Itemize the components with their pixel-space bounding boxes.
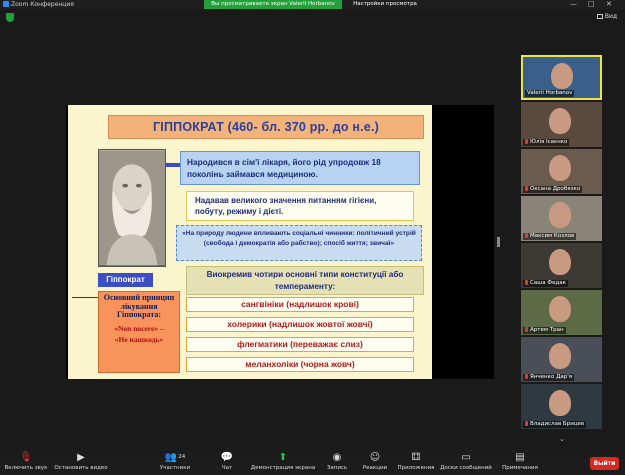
- participant-avatar: [549, 249, 571, 275]
- app-title: Zoom Конференция: [3, 0, 74, 9]
- participant-tile[interactable]: Valerii Horbanov: [521, 55, 602, 100]
- participants-icon: 👥24: [164, 452, 186, 463]
- security-shield-icon[interactable]: [6, 13, 14, 22]
- participant-tile[interactable]: Саша Федак: [521, 243, 602, 288]
- participant-avatar: [551, 63, 573, 89]
- chat-button[interactable]: 💬 Чат: [216, 452, 238, 471]
- maximize-icon[interactable]: □: [588, 0, 595, 9]
- window-titlebar: Zoom Конференция Вы просматриваете экран…: [0, 0, 625, 9]
- mic-muted-icon: [525, 421, 528, 426]
- participant-tile[interactable]: Максим Козлов: [521, 196, 602, 241]
- meeting-toolbar: 🎙 Включить звук ▶ Остановить видео 👥24 Учас…: [0, 449, 625, 475]
- participant-name-label: Юлія Ісаєнко: [523, 139, 570, 146]
- whiteboard-icon: ▭: [461, 452, 471, 463]
- view-options-button[interactable]: Настройки просмотра: [345, 0, 425, 9]
- fact-box-hygiene: Надавав великого значення питанням гігіє…: [186, 191, 414, 221]
- participant-gallery: Valerii Horbanov Юлія Ісаєнко Оксана Дро…: [521, 55, 604, 429]
- participant-tile[interactable]: Янченко Дар'я: [521, 337, 602, 382]
- close-icon[interactable]: ✕: [606, 0, 612, 9]
- mic-off-icon: 🎙: [19, 452, 33, 463]
- participant-avatar: [549, 343, 571, 369]
- chevron-down-icon[interactable]: ⌄: [559, 435, 565, 443]
- temperament-item: флегматики (переважає слиз): [186, 337, 414, 352]
- slide-title: ГІППОКРАТ (460- бл. 370 рр. до н.е.): [153, 120, 379, 134]
- principle-quote-latin: «Non nocere» –: [114, 323, 164, 333]
- participant-avatar: [549, 108, 571, 134]
- shared-screen: ГІППОКРАТ (460- бл. 370 рр. до н.е.) Гіп…: [66, 105, 494, 379]
- notes-icon: ▤: [515, 452, 525, 463]
- grid-icon: [596, 14, 603, 19]
- whiteboards-button[interactable]: ▭ Доски сообщений: [440, 452, 492, 471]
- panel-resize-handle[interactable]: [497, 237, 500, 247]
- record-button[interactable]: ◉ Запись: [325, 452, 349, 471]
- principle-quote-ukr: «Не нашкодь»: [114, 334, 164, 344]
- name-label: Гіппократ: [98, 273, 153, 287]
- mic-muted-icon: [525, 186, 528, 191]
- video-camera-icon: ▶: [77, 452, 85, 463]
- notes-button[interactable]: ▤ Примечания: [500, 452, 540, 471]
- share-screen-button[interactable]: ⬆ Демонстрация экрана: [250, 452, 316, 471]
- connector-line: [72, 297, 98, 298]
- mic-muted-icon: [525, 327, 528, 332]
- participants-button[interactable]: 👥24 Участники: [158, 452, 192, 471]
- participant-tile[interactable]: Артем Тран: [521, 290, 602, 335]
- fact-box-temperaments: Виокремив чотири основні типи конституці…: [186, 266, 424, 295]
- temperament-item: меланхоліки (чорна жовч): [186, 357, 414, 372]
- bust-illustration: [99, 150, 165, 266]
- apps-icon: ⚃: [411, 452, 421, 463]
- participant-avatar: [549, 390, 571, 416]
- reactions-icon: ☺: [369, 452, 381, 463]
- participant-avatar: [549, 296, 571, 322]
- unmute-button[interactable]: 🎙 Включить звук: [4, 452, 48, 471]
- share-screen-icon: ⬆: [278, 452, 288, 463]
- stop-video-button[interactable]: ▶ Остановить видео: [54, 452, 108, 471]
- record-icon: ◉: [332, 452, 342, 463]
- zoom-logo-icon: [3, 1, 9, 7]
- participant-name-label: Оксана Дробязко: [523, 186, 583, 193]
- leave-meeting-button[interactable]: Выйти: [590, 457, 619, 470]
- viewing-screen-banner: Вы просматриваете экран Valerii Horbanov: [204, 0, 342, 9]
- fact-box-social: «На природу людини впливають соціальні ч…: [176, 225, 422, 261]
- participant-avatar: [549, 155, 571, 181]
- chat-icon: 💬: [220, 452, 234, 463]
- view-button[interactable]: Вид: [596, 13, 617, 20]
- participant-tile[interactable]: Владислав Брицев: [521, 384, 602, 429]
- participant-name-label: Максим Козлов: [523, 233, 577, 240]
- participant-tile[interactable]: Юлія Ісаєнко: [521, 102, 602, 147]
- participant-name-label: Янченко Дар'я: [523, 374, 575, 381]
- participant-tile[interactable]: Оксана Дробязко: [521, 149, 602, 194]
- temperament-item: холерики (надлишок жовтої жовчі): [186, 317, 414, 332]
- mic-muted-icon: [525, 374, 528, 379]
- principle-title: Основний принцип лікування Гіппократа:: [103, 293, 175, 319]
- fact-box-birth: Народився в сім'ї лікаря, його рід упрод…: [180, 151, 420, 185]
- mic-muted-icon: [525, 233, 528, 238]
- principle-box: Основний принцип лікування Гіппократа: «…: [98, 291, 180, 373]
- participant-avatar: [549, 202, 571, 228]
- participant-name-label: Владислав Брицев: [523, 421, 587, 428]
- participant-name-label: Артем Тран: [523, 327, 566, 334]
- arrow-connector: [166, 163, 180, 167]
- slide-title-banner: ГІППОКРАТ (460- бл. 370 рр. до н.е.): [108, 115, 424, 139]
- participant-name-label: Саша Федак: [523, 280, 568, 287]
- minimize-icon[interactable]: —: [570, 0, 577, 9]
- reactions-button[interactable]: ☺ Реакции: [362, 452, 388, 471]
- apps-button[interactable]: ⚃ Приложения: [396, 452, 436, 471]
- temperament-item: сангвініки (надлишок крові): [186, 297, 414, 312]
- presentation-slide: ГІППОКРАТ (460- бл. 370 рр. до н.е.) Гіп…: [68, 105, 432, 379]
- mic-muted-icon: [525, 139, 528, 144]
- mic-muted-icon: [525, 280, 528, 285]
- participant-name: Valerii Horbanov: [525, 90, 575, 97]
- hippocrates-portrait: [98, 149, 166, 267]
